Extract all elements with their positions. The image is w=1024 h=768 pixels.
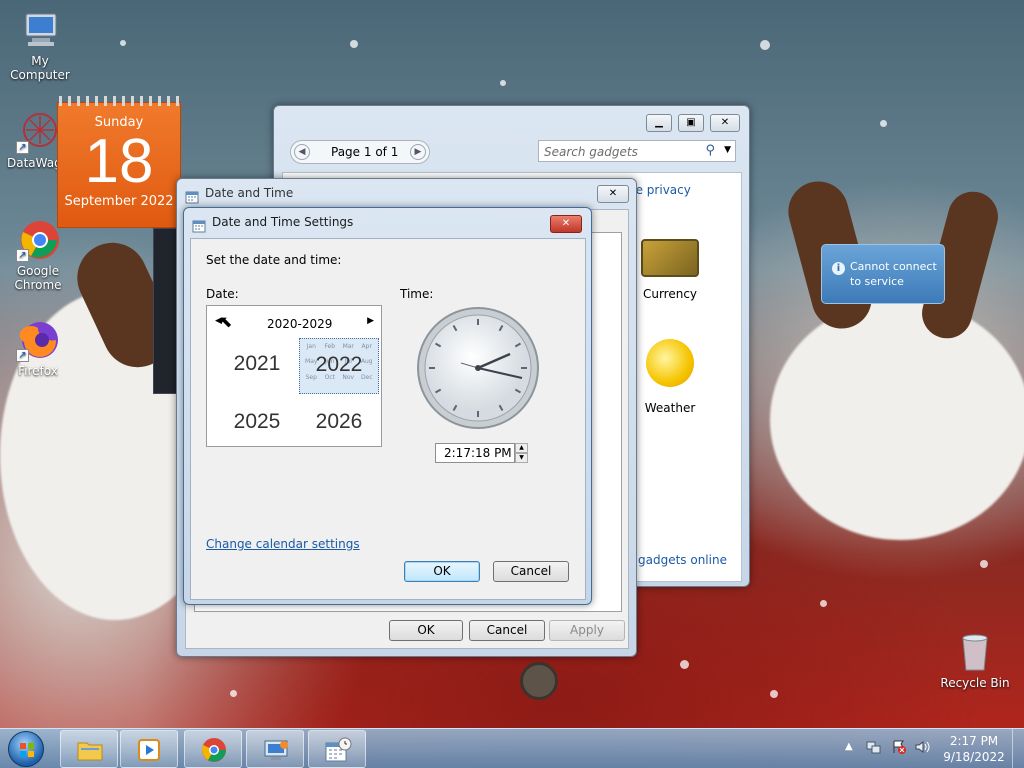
close-button[interactable]: ✕ xyxy=(597,185,629,203)
close-button[interactable]: ✕ xyxy=(550,215,582,233)
datawagon-icon: ↗ xyxy=(16,110,60,154)
apply-button[interactable]: Apply xyxy=(549,620,625,641)
gadget-label: Weather xyxy=(644,401,696,415)
weather-sun-icon xyxy=(646,339,694,387)
calendar-gadget[interactable]: Sunday 18 September 2022 xyxy=(57,96,181,228)
desktop-icon-google-chrome[interactable]: ↗ Google Chrome xyxy=(0,218,78,292)
tooltip-line: Cannot connect xyxy=(850,260,937,273)
page-label: Page 1 of 1 xyxy=(331,145,399,159)
gadget-label: Currency xyxy=(642,287,698,301)
year-cell[interactable]: 2021 xyxy=(225,352,289,382)
spin-down-button[interactable]: ▼ xyxy=(515,453,528,463)
taskbar-date-time[interactable] xyxy=(308,730,366,768)
time-spinner[interactable]: ▲ ▼ xyxy=(515,443,528,463)
dialog-title: Date and Time Settings xyxy=(212,215,354,229)
time-label: Time: xyxy=(400,287,434,301)
calendar-day-number: 18 xyxy=(84,127,154,196)
firefox-icon: ↗ xyxy=(16,318,60,362)
time-input[interactable]: 2:17:18 PM xyxy=(444,446,512,460)
search-icon[interactable]: ⚲ xyxy=(705,143,715,158)
minimize-button[interactable]: ▁ xyxy=(646,114,672,132)
dialog-title: Date and Time xyxy=(205,186,294,200)
prompt-label: Set the date and time: xyxy=(206,253,342,267)
currency-icon xyxy=(641,239,699,277)
gadget-weather[interactable]: Weather xyxy=(625,339,715,415)
desktop-icon-label: My Computer xyxy=(10,54,70,82)
time-field[interactable]: 2:17:18 PM xyxy=(435,443,515,463)
year-cell[interactable]: 2026 xyxy=(307,410,371,440)
info-icon: i xyxy=(832,262,845,275)
desktop-icon-firefox[interactable]: ↗ Firefox xyxy=(0,318,78,378)
next-page-button[interactable]: ▶ xyxy=(410,144,426,160)
change-calendar-settings-link[interactable]: Change calendar settings xyxy=(206,537,360,551)
ok-button[interactable]: OK xyxy=(389,620,463,641)
taskbar: ▲ 2:17 PM 9/18/2022 xyxy=(0,728,1024,768)
network-icon[interactable] xyxy=(866,739,882,755)
calendar-month-year: September 2022 xyxy=(64,194,174,209)
desktop-icon-my-computer[interactable]: My Computer xyxy=(0,8,80,82)
search-input[interactable]: Search gadgets xyxy=(544,145,638,159)
system-clock[interactable]: 2:17 PM 9/18/2022 xyxy=(938,733,1010,765)
dialog-titlebar: Date and Time xyxy=(177,179,636,207)
calendar-page: Sunday 18 September 2022 xyxy=(57,102,181,228)
ok-button[interactable]: OK xyxy=(404,561,480,582)
maximize-button[interactable]: ▣ xyxy=(678,114,704,132)
gallery-toolbar: ◀ Page 1 of 1 ▶ Search gadgets ⚲ ▼ xyxy=(282,138,740,166)
clock-time: 2:17 PM xyxy=(949,734,999,748)
recycle-bin-icon xyxy=(953,630,997,674)
search-gadgets-box[interactable]: Search gadgets ⚲ ▼ xyxy=(538,140,736,162)
taskbar-control-panel[interactable] xyxy=(246,730,304,768)
selected-year-label: 2022 xyxy=(315,353,363,376)
desktop-icon-label: Recycle Bin xyxy=(940,676,1010,690)
start-orb-icon[interactable] xyxy=(8,731,44,767)
clock-date: 9/18/2022 xyxy=(943,750,1005,764)
show-desktop-button[interactable] xyxy=(1012,729,1024,768)
taskbar-chrome[interactable] xyxy=(184,730,242,768)
taskbar-media-player[interactable] xyxy=(120,730,178,768)
calendar-next-button[interactable]: ▶ xyxy=(367,316,374,326)
computer-icon xyxy=(18,8,62,52)
get-more-gadgets-link[interactable]: gadgets online xyxy=(638,553,727,567)
file-explorer-icon xyxy=(76,737,104,763)
year-cell[interactable]: 2025 xyxy=(225,410,289,440)
calendar-range-header[interactable]: 2020-2029 xyxy=(267,317,332,331)
date-time-icon xyxy=(185,186,199,204)
analog-clock-icon xyxy=(415,305,541,431)
date-time-icon xyxy=(324,737,352,763)
calendar-control[interactable]: ◀ 2020-2029 ▶ ⬉ 2021 Jan Feb Mar Apr May… xyxy=(206,305,382,447)
weather-error-tooltip: i Cannot connect to service xyxy=(821,244,945,304)
calendar-rings xyxy=(59,96,179,106)
settings-body: Set the date and time: Date: Time: ◀ 202… xyxy=(190,238,586,600)
search-dropdown-icon[interactable]: ▼ xyxy=(724,145,731,155)
prev-page-button[interactable]: ◀ xyxy=(294,144,310,160)
desktop-icon-label: Firefox xyxy=(18,364,58,378)
mouse-cursor-icon: ⬉ xyxy=(219,312,233,331)
date-time-settings-dialog[interactable]: Date and Time Settings ✕ Set the date an… xyxy=(183,207,592,605)
tooltip-line: to service xyxy=(850,275,904,288)
desktop-icon-recycle-bin[interactable]: Recycle Bin xyxy=(935,630,1015,690)
control-panel-icon xyxy=(262,737,290,763)
show-hidden-icons-button[interactable]: ▲ xyxy=(845,741,853,752)
desktop-icon-label: Google Chrome xyxy=(14,264,62,292)
date-time-icon xyxy=(192,215,206,233)
action-center-icon[interactable] xyxy=(891,739,907,755)
date-label: Date: xyxy=(206,287,239,301)
chrome-icon xyxy=(200,737,228,763)
cancel-button[interactable]: Cancel xyxy=(493,561,569,582)
dialog-titlebar: Date and Time Settings xyxy=(184,208,591,236)
gadget-currency[interactable]: Currency xyxy=(625,233,715,301)
page-nav: ◀ Page 1 of 1 ▶ xyxy=(290,140,430,164)
privacy-link[interactable]: ne privacy xyxy=(628,183,691,197)
media-player-icon xyxy=(136,737,164,763)
cancel-button[interactable]: Cancel xyxy=(469,620,545,641)
year-cell-selected[interactable]: Jan Feb Mar Apr May Jun Jul Aug Sep Oct … xyxy=(299,338,379,394)
taskbar-file-explorer[interactable] xyxy=(60,730,118,768)
chrome-icon: ↗ xyxy=(16,218,60,262)
close-button[interactable]: ✕ xyxy=(710,114,740,132)
volume-icon[interactable] xyxy=(914,739,930,755)
spin-up-button[interactable]: ▲ xyxy=(515,443,528,453)
